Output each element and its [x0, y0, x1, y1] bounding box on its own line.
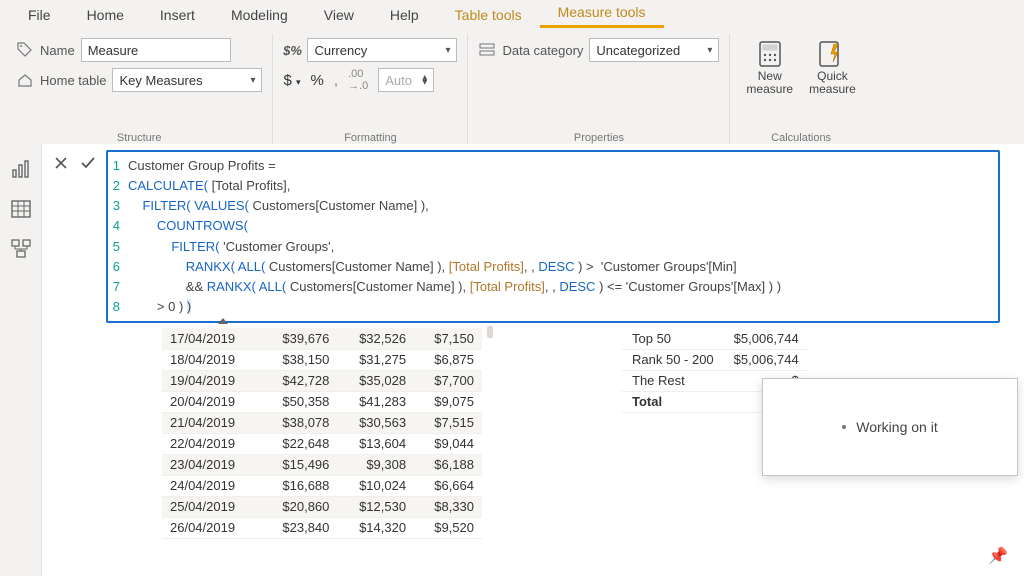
measure-name-value: Measure [88, 43, 139, 58]
new-measure-button[interactable]: New measure [740, 38, 799, 130]
table-row[interactable]: 26/04/2019$23,840$14,320$9,520 [162, 517, 482, 538]
home-table-value: Key Measures [119, 73, 202, 88]
table-row[interactable]: 23/04/2019$15,496$9,308$6,188 [162, 454, 482, 475]
table-row[interactable]: 20/04/2019$50,358$41,283$9,075 [162, 391, 482, 412]
left-table: 17/04/2019$39,676$32,526$7,15018/04/2019… [162, 328, 482, 539]
currency-button[interactable]: $ ▾ [283, 72, 300, 89]
ribbon-group-calculations: New measure Quick measure Calculations [730, 34, 871, 146]
expand-up-icon[interactable] [218, 318, 228, 324]
decimal-places-value: Auto [385, 73, 412, 88]
cancel-formula-button[interactable] [54, 156, 70, 172]
model-view-icon[interactable] [10, 238, 32, 260]
workspace: 1Customer Group Profits =2CALCULATE( [To… [0, 144, 1024, 576]
calculator-lightning-icon [816, 38, 848, 70]
home-table-label: Home table [40, 73, 106, 88]
format-icon: $% [283, 41, 301, 59]
table-row[interactable]: 21/04/2019$38,078$30,563$7,515 [162, 412, 482, 433]
formula-bar: 1Customer Group Profits =2CALCULATE( [To… [54, 150, 1000, 323]
data-category-value: Uncategorized [596, 43, 680, 58]
data-category-label: Data category [502, 43, 583, 58]
menu-tab-modeling[interactable]: Modeling [213, 2, 306, 28]
view-rail [0, 144, 42, 576]
menu-tab-table-tools[interactable]: Table tools [437, 2, 540, 28]
ribbon: Name Measure Home table Key Measures ▾ S… [0, 28, 1024, 144]
menu-tab-view[interactable]: View [306, 2, 372, 28]
table-row[interactable]: 22/04/2019$22,648$13,604$9,044 [162, 433, 482, 454]
measure-name-input[interactable]: Measure [81, 38, 231, 62]
left-table-visual[interactable]: 17/04/2019$39,676$32,526$7,15018/04/2019… [162, 328, 482, 576]
menu-tab-file[interactable]: File [10, 2, 69, 28]
stepper-icon: ▴▾ [422, 75, 427, 85]
menu-tab-home[interactable]: Home [69, 2, 142, 28]
tag-icon [16, 41, 34, 59]
menu-tab-insert[interactable]: Insert [142, 2, 213, 28]
spinner-icon [842, 425, 846, 429]
home-icon [16, 71, 34, 89]
table-row[interactable]: Rank 50 - 200$5,006,744 [622, 349, 809, 370]
table-row[interactable]: 17/04/2019$39,676$32,526$7,150 [162, 328, 482, 349]
decimal-places-input[interactable]: Auto ▴▾ [378, 68, 434, 92]
data-category-select[interactable]: Uncategorized ▾ [589, 38, 719, 62]
format-select[interactable]: Currency ▾ [307, 38, 457, 62]
format-value: Currency [314, 43, 367, 58]
report-view-icon[interactable] [10, 158, 32, 180]
name-label: Name [40, 43, 75, 58]
ribbon-group-formatting: $% Currency ▾ $ ▾ % , .00→.0 Auto ▴▾ For… [273, 34, 468, 146]
calculator-icon [754, 38, 786, 70]
menu-tab-measure-tools[interactable]: Measure tools [540, 0, 664, 28]
data-view-icon[interactable] [10, 198, 32, 220]
working-text: Working on it [856, 419, 937, 435]
home-table-select[interactable]: Key Measures ▾ [112, 68, 262, 92]
percent-button[interactable]: % [311, 72, 324, 89]
decimal-decrease-button[interactable]: .00→.0 [348, 68, 368, 92]
category-icon [478, 41, 496, 59]
quick-measure-button[interactable]: Quick measure [803, 38, 862, 130]
main-menu: FileHomeInsertModelingViewHelpTable tool… [0, 0, 1024, 28]
table-row[interactable]: 19/04/2019$42,728$35,028$7,700 [162, 370, 482, 391]
working-popup: Working on it [762, 378, 1018, 476]
table-row[interactable]: 25/04/2019$20,860$12,530$8,330 [162, 496, 482, 517]
chevron-down-icon: ▾ [250, 75, 255, 86]
table-row[interactable]: 24/04/2019$16,688$10,024$6,664 [162, 475, 482, 496]
help-pin-icon[interactable]: 📌 [988, 546, 1008, 566]
table-row[interactable]: Top 50$5,006,744 [622, 328, 809, 349]
ribbon-group-properties: Data category Uncategorized ▾ Properties [468, 34, 730, 146]
menu-tab-help[interactable]: Help [372, 2, 437, 28]
chevron-down-icon: ▾ [445, 45, 450, 56]
visual-gap [482, 328, 622, 576]
ribbon-group-structure: Name Measure Home table Key Measures ▾ S… [6, 34, 273, 146]
table-row[interactable]: 18/04/2019$38,150$31,275$6,875 [162, 349, 482, 370]
quick-measure-label: Quick measure [809, 70, 856, 96]
chevron-down-icon: ▾ [707, 45, 712, 56]
thousands-button[interactable]: , [334, 72, 338, 89]
commit-formula-button[interactable] [80, 156, 96, 172]
formula-editor[interactable]: 1Customer Group Profits =2CALCULATE( [To… [106, 150, 1000, 323]
canvas: 1Customer Group Profits =2CALCULATE( [To… [42, 144, 1024, 576]
new-measure-label: New measure [746, 70, 793, 96]
